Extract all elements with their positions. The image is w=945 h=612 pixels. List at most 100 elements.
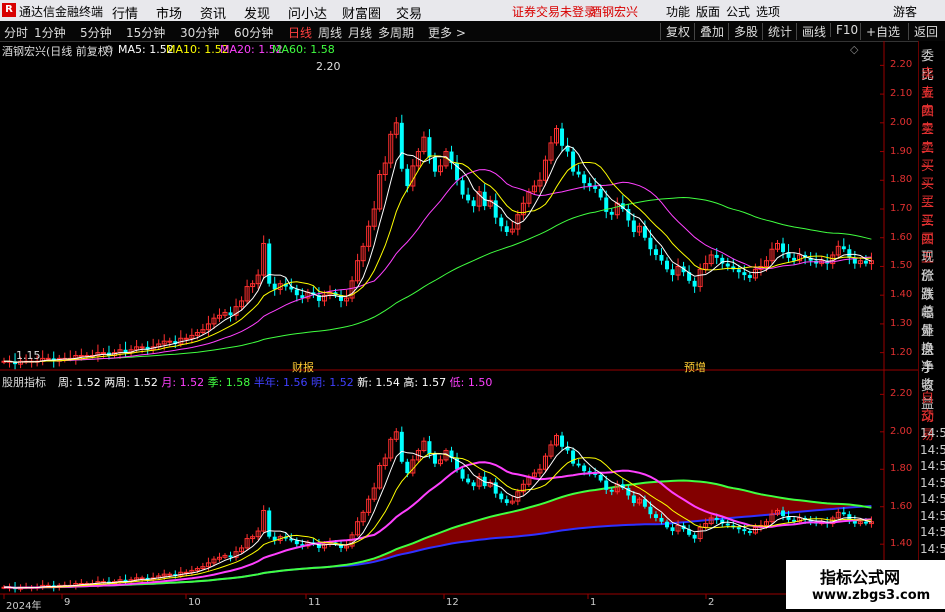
- main-candle: [139, 346, 145, 349]
- sub-candle: [598, 474, 603, 481]
- ylabel-main-3: 1.90: [890, 145, 913, 157]
- sub-value-0: 周: 1.52: [58, 376, 105, 389]
- btn-zixuan[interactable]: +自选: [860, 23, 900, 40]
- sub-candle: [659, 517, 664, 522]
- period-1min[interactable]: 1分钟: [34, 24, 66, 41]
- watermark-logo: 指标公式网 www.zbgs3.com: [786, 560, 945, 609]
- ylabel-sub-3: 1.60: [890, 500, 913, 512]
- period-weekly[interactable]: 周线: [318, 24, 342, 41]
- caibao-annot[interactable]: 财报: [292, 359, 314, 375]
- main-candle: [648, 237, 653, 250]
- ylabel-main-1: 2.10: [890, 88, 913, 100]
- menu-hangqing[interactable]: 行情: [112, 3, 138, 22]
- sub-candle: [399, 431, 404, 462]
- tick-time-0: 14:56: [920, 426, 945, 440]
- period-multi[interactable]: 多周期: [378, 24, 414, 41]
- main-candle: [504, 226, 509, 232]
- main-candle: [432, 157, 437, 172]
- menu-faxian[interactable]: 发现: [244, 3, 270, 22]
- btn-f10[interactable]: F10: [830, 23, 858, 37]
- menu-xuanxiang[interactable]: 选项: [756, 3, 780, 20]
- xlabel-1: 9: [64, 597, 71, 608]
- xlabel-3: 11: [308, 597, 321, 608]
- sub-candle: [653, 514, 658, 518]
- xlabel-4: 12: [446, 597, 459, 608]
- period-daily[interactable]: 日线: [288, 24, 312, 41]
- tick-time-3: 14:56: [920, 475, 945, 490]
- btn-tongji[interactable]: 统计: [762, 23, 792, 40]
- main-candle: [571, 151, 576, 172]
- yuzeng-annot[interactable]: 预增: [684, 359, 706, 375]
- ma20-line: [4, 169, 872, 363]
- guest-user[interactable]: 游客: [893, 3, 917, 20]
- main-candle: [466, 194, 471, 201]
- xlabel-2: 10: [188, 597, 201, 608]
- sub-candle: [466, 478, 471, 483]
- tick-time-1: 14:56: [920, 442, 945, 457]
- ylabel-main-8: 1.40: [890, 289, 913, 301]
- login-warning[interactable]: 证券交易未登录: [512, 3, 596, 20]
- menu-zixun[interactable]: 资讯: [200, 3, 226, 22]
- main-candle: [742, 272, 747, 276]
- menu-gongshi[interactable]: 公式: [726, 3, 750, 20]
- ylabel-main-10: 1.20: [890, 346, 913, 358]
- main-candle: [399, 122, 404, 169]
- menu-shichang[interactable]: 市场: [156, 3, 182, 22]
- tick-time-5: 14:56: [920, 508, 945, 523]
- menu-jiaoyi[interactable]: 交易: [396, 3, 422, 22]
- btn-diejia[interactable]: 叠加: [694, 23, 724, 40]
- tick-time-2: 14:56: [920, 459, 945, 473]
- main-candle: [582, 174, 587, 184]
- menu-gongneng[interactable]: 功能: [666, 3, 690, 20]
- btn-duogu[interactable]: 多股: [728, 23, 758, 40]
- xlabel-5: 1: [590, 597, 597, 608]
- period-5min[interactable]: 5分钟: [80, 24, 112, 41]
- sub-candle: [294, 540, 299, 545]
- tick-time-6: 14:56: [920, 525, 945, 539]
- menu-banmian[interactable]: 版面: [696, 3, 720, 20]
- sub-candle: [665, 521, 669, 528]
- sub-candle: [471, 482, 476, 487]
- period-60min[interactable]: 60分钟: [234, 24, 273, 41]
- period-more[interactable]: 更多 >: [428, 24, 466, 41]
- main-candle: [560, 128, 565, 146]
- sub-candle: [228, 555, 233, 558]
- more-icon[interactable]: ◇: [850, 43, 858, 56]
- main-candle: [659, 254, 664, 261]
- menu-wenxiaoda[interactable]: 问小达: [288, 3, 327, 22]
- sub-candle: [167, 573, 173, 576]
- main-candle: [598, 188, 603, 198]
- main-candle: [405, 168, 410, 187]
- btn-fanhui[interactable]: 返回: [908, 23, 938, 40]
- sub-candle: [725, 523, 730, 526]
- menu-caifuquan[interactable]: 财富圈: [342, 3, 381, 22]
- ylabel-main-0: 2.20: [890, 59, 913, 71]
- xlabel-0: 2024年: [6, 601, 42, 612]
- period-monthly[interactable]: 月线: [348, 24, 372, 41]
- main-candle: [593, 186, 598, 189]
- btn-huaxian[interactable]: 画线: [796, 23, 826, 40]
- ylabel-sub-0: 2.20: [890, 388, 913, 400]
- sub-candle: [427, 441, 432, 455]
- sub-indicator-title[interactable]: 股朋指标: [2, 374, 46, 390]
- sub-candle: [267, 510, 272, 537]
- period-30min[interactable]: 30分钟: [180, 24, 219, 41]
- period-15min[interactable]: 15分钟: [126, 24, 165, 41]
- sub-candle: [576, 463, 581, 466]
- main-candle: [267, 243, 272, 284]
- sub-candle: [560, 435, 565, 447]
- period-fenshi[interactable]: 分时: [4, 24, 28, 41]
- main-candle: [841, 246, 846, 250]
- main-candle: [587, 183, 592, 187]
- settings-gear-icon[interactable]: ⚙: [104, 43, 114, 56]
- tick-time-7: 14:56: [920, 541, 945, 556]
- main-candle: [863, 260, 868, 264]
- main-candle: [747, 275, 752, 278]
- main-candle: [665, 260, 669, 270]
- sub-candle: [609, 489, 614, 492]
- xlabel-6: 2: [708, 597, 715, 608]
- sub-magenta-line: [4, 461, 872, 589]
- btn-fuquan[interactable]: 复权: [660, 23, 690, 40]
- kline-chart[interactable]: [0, 41, 918, 609]
- ylabel-sub-1: 2.00: [890, 425, 913, 437]
